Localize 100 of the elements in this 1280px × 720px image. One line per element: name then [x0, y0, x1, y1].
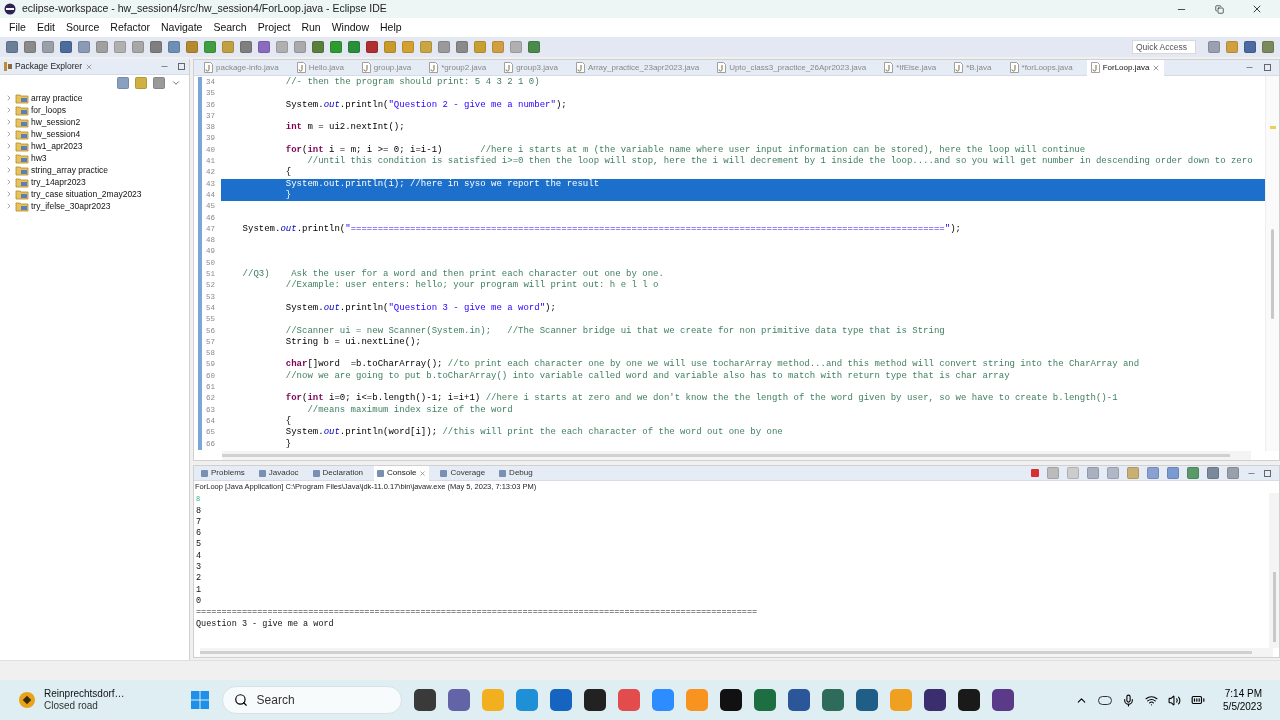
toolbar-icon[interactable]	[117, 77, 129, 89]
toolbar-icon[interactable]	[1047, 467, 1059, 479]
clock-time[interactable]: 7:14 PM	[1224, 687, 1262, 700]
tree-item[interactable]: hw_session4	[31, 127, 81, 141]
toolbar-icon[interactable]	[1226, 41, 1238, 53]
toolbar-icon[interactable]	[438, 41, 450, 53]
toolbar-icon[interactable]	[1227, 467, 1239, 479]
weather-title[interactable]: Reinprechtsdorf…	[44, 688, 125, 700]
tree-item[interactable]: try_14apr2023	[31, 175, 86, 189]
toolbar-icon[interactable]	[114, 41, 126, 53]
panel-tab[interactable]: Javadoc	[255, 465, 302, 481]
toolbar-icon[interactable]	[1067, 467, 1079, 479]
tree-item[interactable]: try_case situation_2may2023	[31, 187, 142, 201]
toolbar-icon[interactable]	[276, 41, 288, 53]
microphone-icon[interactable]	[1122, 693, 1136, 707]
tree-item[interactable]: array practice	[31, 91, 83, 105]
toolbar-icon[interactable]	[384, 41, 396, 53]
toolbar-icon[interactable]	[294, 41, 306, 53]
toolbar-icon[interactable]	[1147, 467, 1159, 479]
toolbar-icon[interactable]	[492, 41, 504, 53]
menu-item[interactable]: Navigate	[156, 19, 208, 36]
toolbar-icon[interactable]	[1262, 41, 1274, 53]
panel-tab[interactable]: Declaration	[309, 465, 367, 481]
wifi-icon[interactable]	[1145, 693, 1159, 707]
menu-item[interactable]: Source	[61, 19, 105, 36]
weather-warning-icon[interactable]	[18, 691, 36, 709]
tree-item[interactable]: try_ifelse_30apr2023	[31, 199, 111, 213]
toolbar-icon[interactable]	[168, 41, 180, 53]
toolbar-icon[interactable]	[96, 41, 108, 53]
view-menu-icon[interactable]	[171, 78, 181, 88]
horizontal-scrollbar[interactable]	[222, 451, 1251, 460]
battery-icon[interactable]	[1191, 693, 1206, 707]
toolbar-icon[interactable]	[1207, 467, 1219, 479]
toolbar-icon[interactable]	[1167, 467, 1179, 479]
search-field[interactable]: Search	[221, 686, 402, 714]
app-icon[interactable]	[991, 689, 1014, 711]
close-icon[interactable]	[419, 469, 427, 477]
toolbar-icon[interactable]	[1208, 41, 1220, 53]
toolbar-icon[interactable]	[150, 41, 162, 53]
panel-tab[interactable]: Problems	[198, 465, 248, 481]
toolbar-icon[interactable]	[258, 41, 270, 53]
toolbar-icon[interactable]	[6, 41, 18, 53]
toolbar-icon[interactable]	[135, 77, 147, 89]
vertical-scrollbar[interactable]	[1269, 493, 1279, 648]
editor-tab[interactable]: ForLoop.java	[1086, 59, 1165, 76]
menu-item[interactable]: File	[4, 19, 31, 36]
toolbar-icon[interactable]	[1087, 467, 1099, 479]
panel-tab[interactable]: Coverage	[437, 465, 489, 481]
toolbar-icon[interactable]	[78, 41, 90, 53]
toolbar-icon[interactable]	[153, 77, 165, 89]
windows-logo-icon[interactable]	[189, 690, 210, 710]
menu-item[interactable]: Help	[375, 19, 407, 36]
menu-item[interactable]: Project	[252, 19, 296, 36]
app-icon[interactable]	[957, 689, 980, 711]
tree-item[interactable]: hw3	[31, 151, 47, 165]
toolbar-icon[interactable]	[42, 41, 54, 53]
toolbar-icon[interactable]	[420, 41, 432, 53]
tree-item[interactable]: for_loops	[31, 103, 66, 117]
toolbar-icon[interactable]	[204, 41, 216, 53]
menu-item[interactable]: Run	[296, 19, 326, 36]
toolbar-icon[interactable]	[474, 41, 486, 53]
maximize-icon[interactable]	[178, 63, 185, 70]
close-icon[interactable]	[1152, 63, 1161, 72]
tree-item[interactable]: hw_session2	[31, 115, 81, 129]
panel-tab[interactable]: Console	[374, 465, 430, 481]
tree-item[interactable]: hw1_apr2023	[31, 139, 83, 153]
weather-subtitle[interactable]: Closed road	[44, 700, 125, 712]
volume-icon[interactable]	[1168, 693, 1182, 707]
toolbar-icon[interactable]	[1127, 467, 1139, 479]
quick-access-field[interactable]: Quick Access	[1132, 40, 1196, 54]
toolbar-icon[interactable]	[240, 41, 252, 53]
toolbar-icon[interactable]	[402, 41, 414, 53]
maximize-icon[interactable]	[1264, 64, 1271, 71]
toolbar-icon[interactable]	[456, 41, 468, 53]
toolbar-icon[interactable]	[132, 41, 144, 53]
toolbar-icon[interactable]	[186, 41, 198, 53]
app-icon[interactable]	[923, 689, 946, 711]
toolbar-icon[interactable]	[1187, 467, 1199, 479]
terminate-icon[interactable]	[1031, 469, 1039, 477]
panel-tab[interactable]: Debug	[496, 465, 536, 481]
toolbar-icon[interactable]	[366, 41, 378, 53]
app-icon[interactable]	[787, 689, 810, 711]
toolbar-icon[interactable]	[312, 41, 324, 53]
tree-item[interactable]: string_array practice	[31, 163, 108, 177]
menu-item[interactable]: Edit	[31, 19, 60, 36]
toolbar-icon[interactable]	[1107, 467, 1119, 479]
close-icon[interactable]	[85, 62, 94, 71]
toolbar-icon[interactable]	[330, 41, 342, 53]
app-icon[interactable]	[719, 689, 742, 711]
toolbar-icon[interactable]	[60, 41, 72, 53]
toolbar-icon[interactable]	[1244, 41, 1256, 53]
toolbar-icon[interactable]	[510, 41, 522, 53]
toolbar-icon[interactable]	[222, 41, 234, 53]
toolbar-icon[interactable]	[24, 41, 36, 53]
menu-item[interactable]: Window	[326, 19, 375, 36]
maximize-icon[interactable]	[1264, 469, 1271, 477]
toolbar-icon[interactable]	[348, 41, 360, 53]
app-icon[interactable]	[413, 689, 436, 711]
clock-date[interactable]: 5/5/2023	[1223, 700, 1262, 713]
app-icon[interactable]	[583, 689, 606, 711]
